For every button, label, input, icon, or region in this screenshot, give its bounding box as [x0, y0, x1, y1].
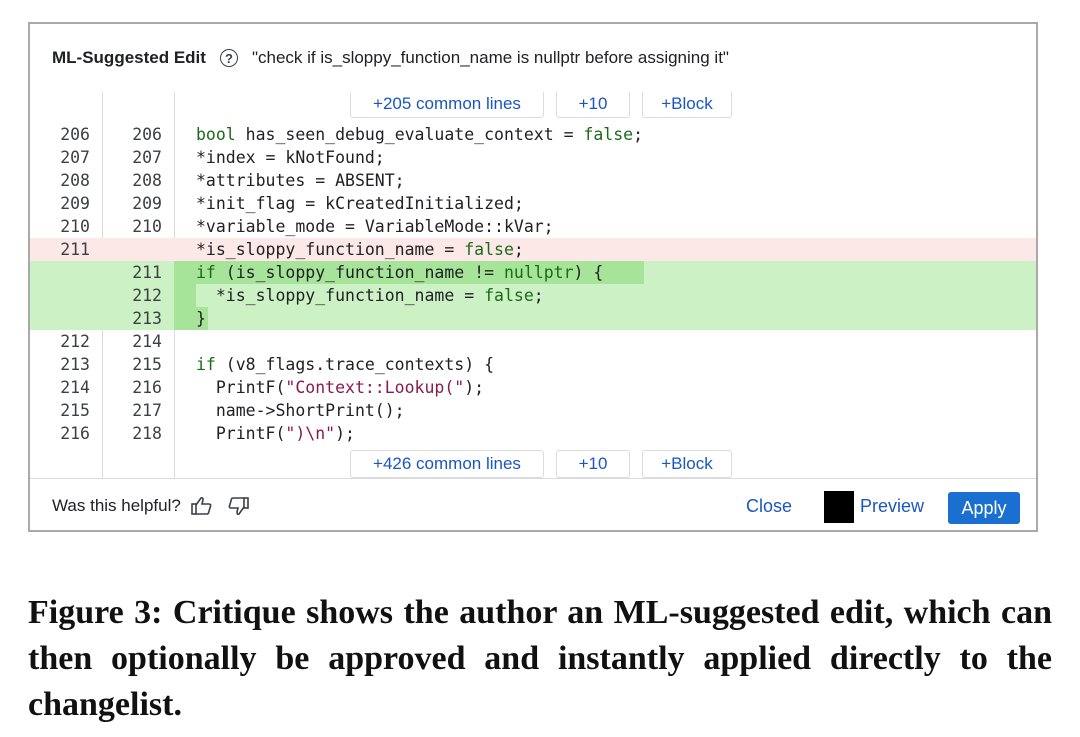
old-line-number: 211	[60, 240, 90, 259]
old-line-number: 206	[60, 125, 90, 144]
helpful-prompt: Was this helpful?	[52, 496, 181, 515]
code-text: *is_sloppy_function_name = false;	[196, 240, 524, 259]
diff-line-added: 213 }	[30, 307, 1036, 330]
diff-line: 207 207 *index = kNotFound;	[30, 146, 1036, 169]
old-line-number: 208	[60, 171, 90, 190]
new-line-number: 213	[132, 309, 162, 328]
code-text: *attributes = ABSENT;	[196, 171, 405, 190]
diff-line: 210 210 *variable_mode = VariableMode::k…	[30, 215, 1036, 238]
new-line-number: 206	[132, 125, 162, 144]
diff-line-added: 211 if (is_sloppy_function_name != nullp…	[30, 261, 1036, 284]
code-text: if (is_sloppy_function_name != nullptr) …	[196, 263, 604, 282]
diff-line: 215 217 name->ShortPrint();	[30, 399, 1036, 422]
new-line-number: 216	[132, 378, 162, 397]
diff-line: 209 209 *init_flag = kCreatedInitialized…	[30, 192, 1036, 215]
apply-button[interactable]: Apply	[948, 492, 1020, 524]
new-line-number: 217	[132, 401, 162, 420]
old-line-number: 209	[60, 194, 90, 213]
diff-line: 212 214	[30, 330, 1036, 353]
preview-button[interactable]: Preview	[860, 496, 924, 517]
old-line-number: 214	[60, 378, 90, 397]
new-line-number: 208	[132, 171, 162, 190]
expand-common-lines-button[interactable]: +426 common lines	[350, 450, 544, 478]
diff-line-removed: 211 *is_sloppy_function_name = false;	[30, 238, 1036, 261]
diff-line-added: 212 *is_sloppy_function_name = false;	[30, 284, 1036, 307]
new-line-number: 211	[132, 263, 162, 282]
edit-description: "check if is_sloppy_function_name is nul…	[251, 48, 729, 67]
expand-row-top: +205 common lines +10 +Block	[350, 92, 732, 118]
code-text: bool has_seen_debug_evaluate_context = f…	[196, 125, 644, 144]
new-line-number: 207	[132, 148, 162, 167]
old-line-number: 216	[60, 424, 90, 443]
panel-header: ML-Suggested Edit ? "check if is_sloppy_…	[30, 24, 1036, 92]
expand-10-button[interactable]: +10	[556, 92, 630, 118]
expand-common-lines-button[interactable]: +205 common lines	[350, 92, 544, 118]
ml-suggested-edit-panel: ML-Suggested Edit ? "check if is_sloppy_…	[28, 22, 1038, 532]
code-text: PrintF(")\n");	[196, 424, 355, 443]
old-line-number: 207	[60, 148, 90, 167]
new-line-number: 210	[132, 217, 162, 236]
diff-line: 213 215 if (v8_flags.trace_contexts) {	[30, 353, 1036, 376]
close-button[interactable]: Close	[746, 496, 792, 517]
changed-highlight	[174, 284, 196, 307]
new-line-number: 214	[132, 332, 162, 351]
diff-line: 206 206 bool has_seen_debug_evaluate_con…	[30, 123, 1036, 146]
code-text: *init_flag = kCreatedInitialized;	[196, 194, 524, 213]
diff-lines: 206 206 bool has_seen_debug_evaluate_con…	[30, 123, 1036, 445]
figure-caption: Figure 3: Critique shows the author an M…	[28, 594, 1052, 723]
code-text: *is_sloppy_function_name = false;	[196, 286, 544, 305]
new-line-number: 209	[132, 194, 162, 213]
expand-row-bottom: +426 common lines +10 +Block	[350, 450, 732, 478]
expand-10-button[interactable]: +10	[556, 450, 630, 478]
expand-block-button[interactable]: +Block	[642, 92, 732, 118]
new-line-number: 215	[132, 355, 162, 374]
new-line-number: 218	[132, 424, 162, 443]
code-text: if (v8_flags.trace_contexts) {	[196, 355, 495, 374]
diff-view: +205 common lines +10 +Block 206 206 boo…	[30, 92, 1036, 478]
code-text: name->ShortPrint();	[196, 401, 405, 420]
diff-line: 208 208 *attributes = ABSENT;	[30, 169, 1036, 192]
old-line-number: 215	[60, 401, 90, 420]
panel-title: ML-Suggested Edit	[52, 48, 206, 67]
redacted-box	[824, 491, 854, 523]
code-text: PrintF("Context::Lookup(");	[196, 378, 485, 397]
old-line-number: 212	[60, 332, 90, 351]
diff-line: 214 216 PrintF("Context::Lookup(");	[30, 376, 1036, 399]
question-circle-icon[interactable]: ?	[219, 49, 238, 67]
code-text: }	[196, 309, 206, 328]
panel-footer: Was this helpful? Close Preview Apply	[30, 478, 1036, 533]
old-line-number: 213	[60, 355, 90, 374]
thumbs-down-icon[interactable]	[227, 496, 249, 516]
diff-line: 216 218 PrintF(")\n");	[30, 422, 1036, 445]
code-text: *index = kNotFound;	[196, 148, 385, 167]
old-line-number: 210	[60, 217, 90, 236]
new-line-number: 212	[132, 286, 162, 305]
expand-block-button[interactable]: +Block	[642, 450, 732, 478]
code-text: *variable_mode = VariableMode::kVar;	[196, 217, 554, 236]
thumbs-up-icon[interactable]	[191, 496, 213, 516]
